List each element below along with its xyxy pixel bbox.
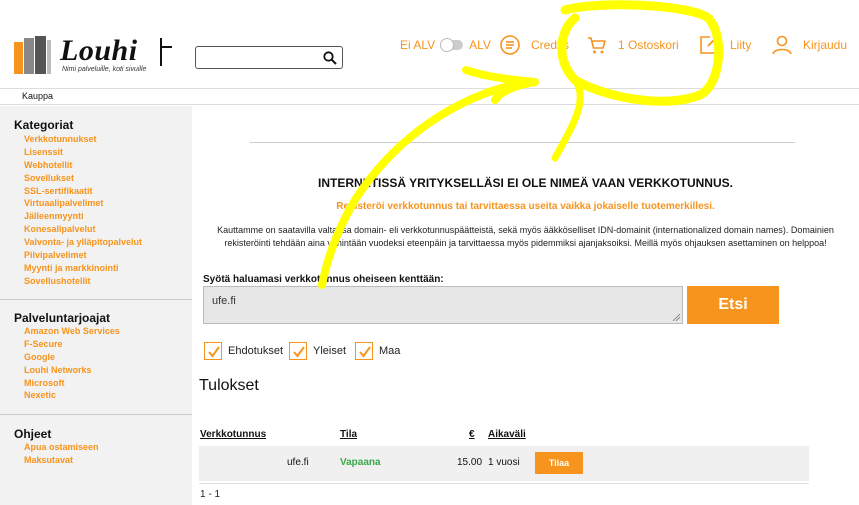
join-label: Liity	[730, 38, 752, 52]
sidebar-item[interactable]: Louhi Networks	[24, 364, 120, 377]
books-icon	[12, 34, 52, 74]
shopping-cart-icon	[588, 37, 606, 54]
divider	[250, 142, 795, 143]
sidebar-categories-list: Verkkotunnukset Lisenssit Webhotellit So…	[24, 133, 142, 288]
cell-status: Vapaana	[340, 457, 381, 468]
sidebar-item[interactable]: Sovellushotellit	[24, 275, 142, 288]
sidebar-categories-title: Kategoriat	[14, 118, 74, 132]
page-subheadline: Rekisteröi verkkotunnus tai tarvittaessa…	[336, 201, 715, 212]
checkbox-ehdotukset[interactable]: Ehdotukset	[204, 341, 283, 361]
sidebar-providers-title: Palveluntarjoajat	[14, 311, 111, 325]
pagination-info: 1 - 1	[200, 489, 221, 500]
search-icon[interactable]	[323, 51, 337, 65]
checkbox-box[interactable]	[289, 342, 307, 360]
cart-link[interactable]: 1 Ostoskori	[586, 34, 679, 56]
login-label: Kirjaudu	[803, 38, 848, 52]
checkbox-label: Maa	[379, 345, 401, 357]
sidebar-item[interactable]: Webhotellit	[24, 159, 142, 172]
sidebar-item[interactable]: SSL-sertifikaatit	[24, 185, 142, 198]
domain-input-label: Syötä haluamasi verkkotunnus oheiseen ke…	[203, 274, 444, 285]
search-input[interactable]	[200, 49, 318, 66]
domain-input-box[interactable]: ufe.fi	[203, 286, 683, 324]
sidebar-item[interactable]: Verkkotunnukset	[24, 133, 142, 146]
sidebar-help-list: Apua ostamiseen Maksutavat	[24, 441, 99, 467]
search-box[interactable]	[195, 46, 343, 69]
cell-domain: ufe.fi	[287, 457, 309, 468]
credits-icon	[500, 35, 520, 55]
checkbox-label: Ehdotukset	[228, 345, 284, 357]
sidebar-item[interactable]: Pilvipalvelimet	[24, 249, 142, 262]
sidebar-help-title: Ohjeet	[14, 427, 52, 441]
results-table-header: Verkkotunnus Tila € Aikaväli	[199, 429, 809, 443]
cell-price: 15.00	[457, 457, 483, 468]
checkbox-maa[interactable]: Maa	[355, 341, 400, 361]
sidebar-item[interactable]: F-Secure	[24, 338, 120, 351]
sidebar-divider	[0, 414, 192, 415]
vat-off-label: Ei ALV	[400, 38, 436, 52]
col-price[interactable]: €	[469, 429, 475, 440]
col-period[interactable]: Aikaväli	[488, 429, 526, 440]
sidebar-item[interactable]: Microsoft	[24, 377, 120, 390]
cell-period: 1 vuosi	[488, 457, 520, 468]
join-link[interactable]: Liity	[698, 34, 751, 56]
breadcrumb-kauppa[interactable]: Kauppa	[22, 91, 53, 101]
checkmark-icon	[359, 346, 371, 358]
user-icon	[772, 35, 792, 55]
results-title: Tulokset	[199, 377, 259, 394]
order-button[interactable]: Tilaa	[535, 452, 583, 474]
vat-on-label: ALV	[469, 38, 491, 52]
key-emblem-icon	[160, 38, 182, 68]
search-domain-button[interactable]: Etsi	[687, 286, 779, 324]
page-description: Kauttamme on saatavilla valtaosa domain-…	[217, 225, 834, 248]
sidebar-item[interactable]: Google	[24, 351, 120, 364]
brand-name: Louhi	[60, 34, 138, 67]
edit-icon	[700, 36, 718, 54]
sidebar: Kategoriat Verkkotunnukset Lisenssit Web…	[0, 106, 192, 505]
sidebar-item[interactable]: Jälleenmyynti	[24, 210, 142, 223]
checkbox-box[interactable]	[204, 342, 222, 360]
sidebar-divider	[0, 299, 192, 300]
sidebar-item[interactable]: Lisenssit	[24, 146, 142, 159]
login-link[interactable]: Kirjaudu	[771, 34, 847, 56]
sidebar-item[interactable]: Virtuaalipalvelimet	[24, 197, 142, 210]
sidebar-item[interactable]: Myynti ja markkinointi	[24, 262, 142, 275]
page: Louhi Nimi palveluille, koti sivuille Ei…	[0, 0, 859, 505]
credits-label: Credits	[531, 38, 570, 52]
header: Louhi Nimi palveluille, koti sivuille Ei…	[0, 0, 859, 88]
brand-tagline: Nimi palveluille, koti sivuille	[62, 66, 147, 73]
sidebar-item[interactable]: Konesalipalvelut	[24, 223, 142, 236]
main-content: INTERNETISSÄ YRITYKSELLÄSI EI OLE NIMEÄ …	[192, 106, 859, 505]
louhi-logo[interactable]: Louhi Nimi palveluille, koti sivuille	[12, 32, 182, 76]
domain-input[interactable]: ufe.fi	[212, 295, 672, 319]
sidebar-providers-list: Amazon Web Services F-Secure Google Louh…	[24, 325, 120, 402]
divider	[199, 483, 809, 484]
checkbox-box[interactable]	[355, 342, 373, 360]
breadcrumb-bar: Kauppa	[0, 88, 859, 105]
sidebar-item[interactable]: Sovellukset	[24, 172, 142, 185]
sidebar-item[interactable]: Nexetic	[24, 389, 120, 402]
vat-toggle[interactable]: Ei ALV ALV	[400, 34, 491, 56]
table-row: ufe.fi Vapaana 15.00 1 vuosi Tilaa	[199, 446, 809, 481]
checkbox-yleiset[interactable]: Yleiset	[289, 341, 346, 361]
checkbox-label: Yleiset	[313, 345, 347, 357]
col-domain[interactable]: Verkkotunnus	[200, 429, 266, 440]
checkmark-icon	[208, 346, 220, 358]
sidebar-item[interactable]: Amazon Web Services	[24, 325, 120, 338]
page-headline: INTERNETISSÄ YRITYKSELLÄSI EI OLE NIMEÄ …	[318, 176, 733, 190]
sidebar-item[interactable]: Apua ostamiseen	[24, 441, 99, 454]
col-status[interactable]: Tila	[340, 429, 357, 440]
checkmark-icon	[293, 346, 305, 358]
sidebar-item[interactable]: Valvonta- ja ylläpitopalvelut	[24, 236, 142, 249]
credits-link[interactable]: Credits	[499, 34, 569, 56]
sidebar-item[interactable]: Maksutavat	[24, 454, 99, 467]
vat-switch[interactable]	[440, 38, 464, 52]
cart-label: 1 Ostoskori	[618, 38, 679, 52]
resize-grip-icon[interactable]	[672, 313, 680, 321]
